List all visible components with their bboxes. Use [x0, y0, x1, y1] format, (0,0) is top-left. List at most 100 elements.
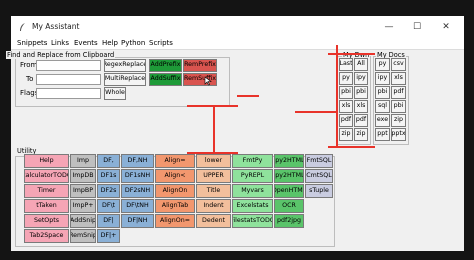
util-tab2space-button[interactable]: Tab2Space — [24, 229, 69, 243]
util-impdb-button[interactable]: ImpDB — [70, 169, 96, 183]
dwn-pdf-button[interactable]: pdf — [354, 114, 368, 127]
docs-xls-button[interactable]: xls — [391, 72, 406, 85]
util-aligntab-button[interactable]: AlignTab — [155, 199, 195, 213]
util-df-tnh-button[interactable]: DF\tNH — [121, 199, 154, 213]
util-lower-button[interactable]: lower — [196, 154, 231, 168]
flags-input[interactable] — [36, 88, 101, 99]
annotation-line — [187, 105, 238, 107]
docs-pbi-button[interactable]: pbi — [375, 86, 390, 99]
add-suffix-button[interactable]: AddSuffix — [149, 73, 182, 86]
util-ocr-button[interactable]: OCR — [274, 199, 304, 213]
util-title-button[interactable]: Title — [196, 184, 231, 198]
maximize-button[interactable]: ☐ — [403, 16, 431, 38]
util-df2snh-button[interactable]: DF2sNH — [121, 184, 154, 198]
docs-pptx-button[interactable]: pptx — [391, 128, 406, 141]
util-stuple-button[interactable]: sTuple — [305, 184, 333, 198]
util-df-button[interactable]: DF|+ — [97, 229, 120, 243]
menu-bar: Snippets Links Events Help Python Script… — [11, 38, 464, 50]
annotation-line — [328, 146, 375, 148]
util-setopts-button[interactable]: SetOpts — [24, 214, 69, 228]
util-calculatortodo-button[interactable]: CalculatorTODO — [24, 169, 69, 183]
util-cmtsql-button[interactable]: CmtSQL — [305, 169, 333, 183]
util-ipy2html-button[interactable]: Ipy2HTML — [274, 169, 304, 183]
docs-pbi-button[interactable]: pbi — [391, 100, 406, 113]
dwn-xls-button[interactable]: xls — [339, 100, 353, 113]
mouse-cursor-icon — [204, 76, 212, 86]
util-remsnip-button[interactable]: RemSnip — [70, 229, 96, 243]
util-align-button[interactable]: Align= — [155, 154, 195, 168]
util-alignon-button[interactable]: AlignOn — [155, 184, 195, 198]
util-pdf2jpg-button[interactable]: pdf2jpg — [274, 214, 304, 228]
title-bar: My Assistant — ☐ ✕ — [11, 16, 464, 38]
dwn-ipy-button[interactable]: ipy — [354, 72, 368, 85]
from-input[interactable] — [36, 60, 101, 71]
add-prefix-button[interactable]: AddPrefix — [149, 59, 182, 72]
util-filestatstodo-button[interactable]: FilestatsTODO — [232, 214, 273, 228]
util-myvars-button[interactable]: Myvars — [232, 184, 273, 198]
menu-snippets[interactable]: Snippets — [17, 39, 47, 47]
minimize-button[interactable]: — — [375, 16, 403, 38]
docs-pdf-button[interactable]: pdf — [391, 86, 406, 99]
util-excelstats-button[interactable]: Excelstats — [232, 199, 273, 213]
dwn-py-button[interactable]: py — [339, 72, 353, 85]
regex-replace-button[interactable]: RegexReplace — [104, 59, 146, 72]
util-alignon-button[interactable]: AlignOn= — [155, 214, 195, 228]
rem-prefix-button[interactable]: RemPrefix — [183, 59, 217, 72]
util-imp-button[interactable]: Imp — [70, 154, 96, 168]
util-upper-button[interactable]: UPPER — [196, 169, 231, 183]
menu-scripts[interactable]: Scripts — [149, 39, 173, 47]
menu-python[interactable]: Python — [121, 39, 145, 47]
dwn-last-button[interactable]: Last — [339, 58, 353, 71]
menu-help[interactable]: Help — [102, 39, 118, 47]
util-help-button[interactable]: Help — [24, 154, 69, 168]
util-dedent-button[interactable]: Dedent — [196, 214, 231, 228]
util-df-button[interactable]: DF| — [97, 214, 120, 228]
annotation-line — [237, 95, 259, 97]
util-df1snh-button[interactable]: DF1sNH — [121, 169, 154, 183]
util-timer-button[interactable]: Timer — [24, 184, 69, 198]
docs-py-button[interactable]: py — [375, 58, 390, 71]
whole-button[interactable]: Whole — [104, 87, 126, 100]
util-df-nh-button[interactable]: DF,NH — [121, 154, 154, 168]
util-impbp-button[interactable]: ImpBP — [70, 184, 96, 198]
window-title: My Assistant — [32, 22, 80, 31]
annotation-line — [328, 53, 375, 55]
menu-links[interactable]: Links — [51, 39, 69, 47]
dwn-pdf-button[interactable]: pdf — [339, 114, 353, 127]
util-indent-button[interactable]: Indent — [196, 199, 231, 213]
find-replace-label: Find and Replace from Clipboard — [6, 51, 116, 59]
util-ttaken-button[interactable]: tTaken — [24, 199, 69, 213]
dwn-pbi-button[interactable]: pbi — [354, 86, 368, 99]
to-input[interactable] — [36, 74, 101, 85]
util-df-nh-button[interactable]: DF|NH — [121, 214, 154, 228]
dwn-zip-button[interactable]: zip — [354, 128, 368, 141]
util-df-button[interactable]: DF, — [97, 154, 120, 168]
util-fmtsql-button[interactable]: FmtSQL — [305, 154, 333, 168]
close-button[interactable]: ✕ — [432, 16, 460, 38]
docs-zip-button[interactable]: zip — [391, 114, 406, 127]
util-addsnip-button[interactable]: AddSnip — [70, 214, 96, 228]
annotation-line — [336, 45, 338, 146]
dwn-all-button[interactable]: All — [354, 58, 368, 71]
util-ipy2html-button[interactable]: Ipy2HTML — [274, 154, 304, 168]
app-window: My Assistant — ☐ ✕ Snippets Links Events… — [6, 16, 464, 251]
util-df1s-button[interactable]: DF1s — [97, 169, 120, 183]
util-df2s-button[interactable]: DF2s — [97, 184, 120, 198]
dwn-xls-button[interactable]: xls — [354, 100, 368, 113]
dwn-zip-button[interactable]: zip — [339, 128, 353, 141]
docs-sql-button[interactable]: sql — [375, 100, 390, 113]
docs-exe-button[interactable]: exe — [375, 114, 390, 127]
docs-csv-button[interactable]: csv — [391, 58, 406, 71]
util-df-t-button[interactable]: DF\t — [97, 199, 120, 213]
util-fmtpy-button[interactable]: FmtPy — [232, 154, 273, 168]
util-impp-button[interactable]: ImpP+ — [70, 199, 96, 213]
util-openhtml-button[interactable]: OpenHTML — [274, 184, 304, 198]
docs-ipy-button[interactable]: ipy — [375, 72, 390, 85]
util-pyrepl-button[interactable]: PyREPL — [232, 169, 273, 183]
from-label: From — [20, 61, 38, 69]
multi-replace-button[interactable]: MultiReplace — [104, 73, 146, 86]
util-align-button[interactable]: Align< — [155, 169, 195, 183]
docs-ppt-button[interactable]: ppt — [375, 128, 390, 141]
menu-events[interactable]: Events — [74, 39, 98, 47]
dwn-pbi-button[interactable]: pbi — [339, 86, 353, 99]
